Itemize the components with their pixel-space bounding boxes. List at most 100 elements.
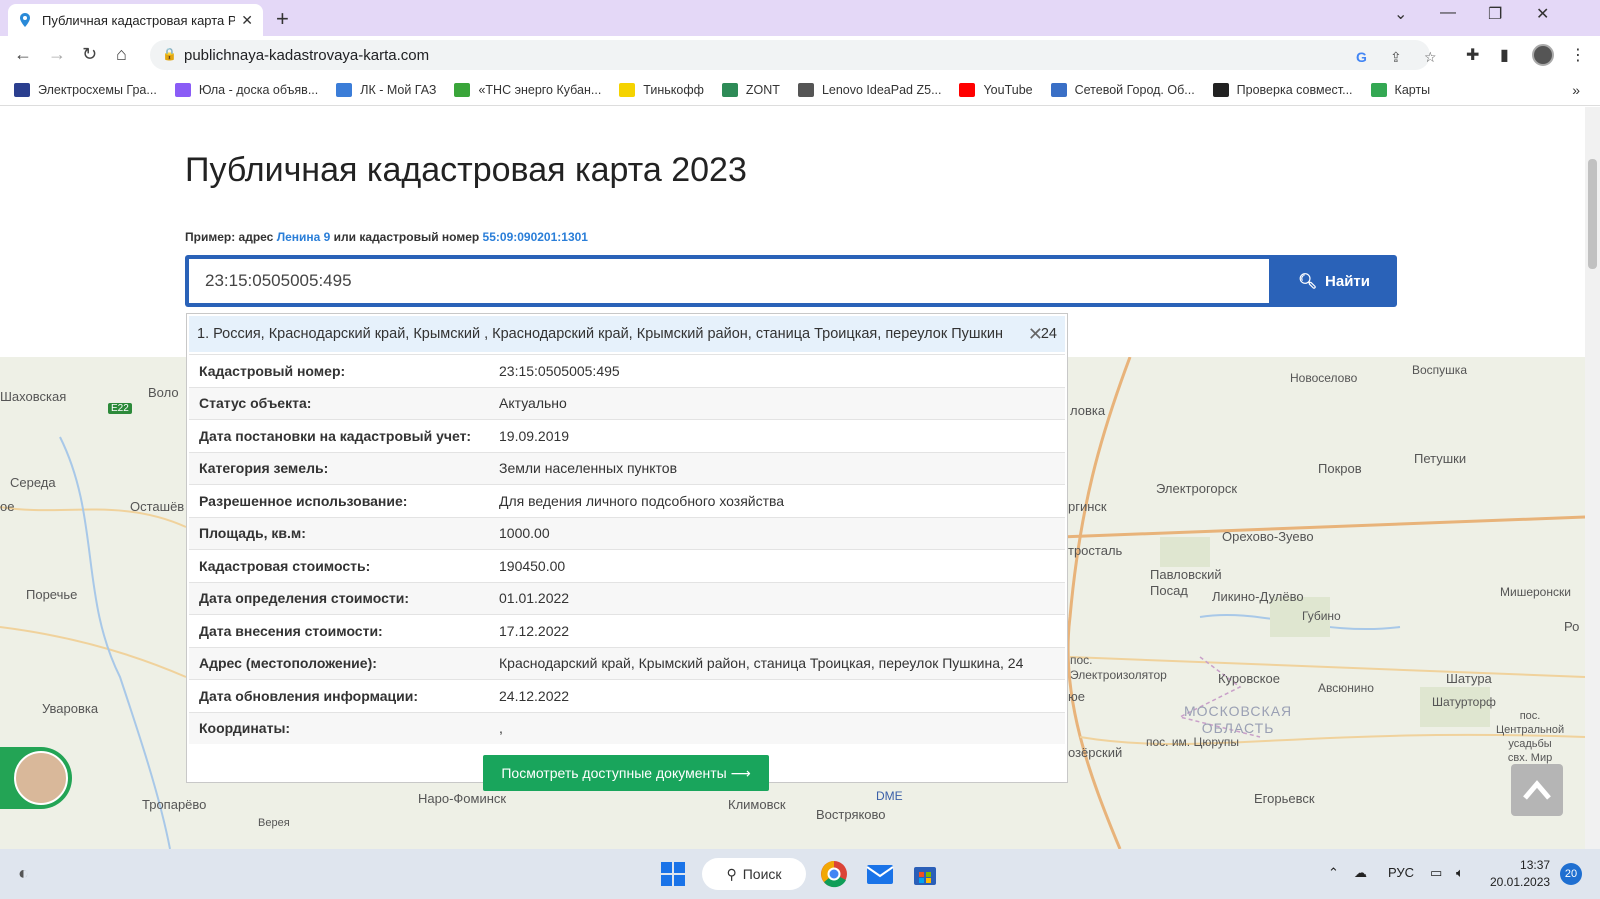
bookmark-item[interactable]: Сетевой Город. Об...	[1050, 82, 1195, 97]
new-tab-button[interactable]: +	[276, 6, 289, 32]
tab-search-chevron-icon[interactable]: ⌄	[1394, 4, 1407, 24]
bookmark-favicon-icon	[797, 82, 814, 97]
example-cadastral-link[interactable]: 55:09:090201:1301	[483, 230, 588, 244]
bookmark-item[interactable]: Электросхемы Гра...	[14, 82, 157, 97]
arrow-up-icon	[1523, 780, 1551, 800]
address-bar[interactable]: 🔒 publichnaya-kadastrovaya-karta.com G ⇪…	[150, 40, 1437, 70]
bookmark-item[interactable]: «ТНС энерго Кубан...	[454, 82, 601, 97]
map-label: Шаховская	[0, 389, 67, 404]
row-label: Дата определения стоимости:	[199, 590, 409, 607]
table-row: Дата постановки на кадастровый учет: 19.0…	[189, 419, 1065, 452]
row-label: Площадь, кв.м:	[199, 525, 306, 542]
profile-avatar-icon[interactable]	[1532, 44, 1554, 66]
bookmark-item[interactable]: Проверка совмест...	[1212, 82, 1353, 97]
close-tab-icon[interactable]: ✕	[241, 12, 253, 29]
weather-icon[interactable]: ◐	[18, 863, 29, 884]
map-pin-icon	[20, 13, 30, 27]
row-label: Статус объекта:	[199, 395, 312, 412]
row-label: Дата обновления информации:	[199, 687, 419, 704]
map-label: Климовск	[728, 797, 786, 812]
onedrive-icon[interactable]: ☁	[1354, 865, 1367, 881]
restore-icon[interactable]: ❐	[1488, 4, 1502, 24]
search-example-hint: Пример: адрес Ленина 9 или кадастровый н…	[185, 230, 588, 244]
share-icon[interactable]: ⇪	[1390, 49, 1402, 66]
page-scrollbar[interactable]	[1585, 107, 1600, 849]
table-row: Статус объекта: Актуально	[189, 386, 1065, 419]
google-icon[interactable]: G	[1356, 49, 1367, 65]
forward-arrow-icon[interactable]: →	[48, 44, 66, 65]
row-value: 24.12.2022	[499, 687, 570, 704]
row-value: Земли населенных пунктов	[499, 460, 678, 477]
row-value: 17.12.2022	[499, 622, 570, 639]
map-label: Наро-Фоминск	[418, 791, 507, 806]
search-icon: ⚲	[726, 865, 737, 882]
cadastral-search-input[interactable]	[189, 259, 1269, 303]
map-label: Электрогорск	[1156, 481, 1238, 496]
input-language[interactable]: РУС	[1388, 865, 1414, 880]
map-label: Тропарёво	[142, 797, 207, 812]
notification-badge[interactable]: 20	[1560, 863, 1582, 885]
example-address-link[interactable]: Ленина 9	[277, 230, 331, 244]
chrome-icon[interactable]	[820, 860, 848, 888]
row-label: Кадастровая стоимость:	[199, 557, 371, 574]
map-label: Новоселово	[1290, 371, 1358, 385]
reload-icon[interactable]: ↻	[82, 44, 97, 65]
bookmark-favicon-icon	[336, 82, 353, 97]
map-label: Поречье	[26, 587, 78, 602]
search-icon: 🔍︎	[1297, 273, 1318, 290]
map-label: Воспушка	[1412, 363, 1467, 377]
row-label: Кадастровый номер:	[199, 362, 346, 379]
bookmark-item[interactable]: Тинькофф	[619, 82, 704, 97]
url-text: publichnaya-kadastrovaya-karta.com	[184, 46, 430, 64]
map-label: пос. Электроизолятор	[1070, 653, 1167, 682]
home-icon[interactable]: ⌂	[116, 44, 127, 65]
windows-start-icon[interactable]	[660, 861, 686, 887]
tray-chevron-icon[interactable]: ⌃	[1328, 865, 1339, 881]
bookmark-item[interactable]: YouTube	[959, 82, 1033, 97]
table-row: Категория земель: Земли населенных пункто…	[189, 451, 1065, 484]
bookmark-item[interactable]: Lenovo IdeaPad Z5...	[797, 82, 941, 97]
bookmark-favicon-icon	[1370, 82, 1387, 97]
view-documents-button[interactable]: Посмотреть доступные документы ⟶	[483, 755, 769, 791]
side-panel-icon[interactable]: ▮	[1500, 45, 1509, 65]
scroll-to-top-button[interactable]	[1511, 764, 1563, 816]
scrollbar-thumb[interactable]	[1588, 159, 1597, 269]
network-icon[interactable]: ▭	[1430, 865, 1442, 881]
result-header[interactable]: 1. Россия, Краснодарский край, Крымский …	[189, 316, 1065, 352]
system-clock[interactable]: 13:37 20.01.2023	[1490, 857, 1550, 891]
map-label: Ликино-Дулёво	[1212, 589, 1304, 604]
bookmark-favicon-icon	[14, 82, 30, 97]
find-button[interactable]: 🔍︎ Найти	[1271, 255, 1397, 307]
bookmark-favicon-icon	[1050, 82, 1067, 97]
extensions-puzzle-icon[interactable]: ✚	[1466, 45, 1479, 65]
back-arrow-icon[interactable]: ←	[14, 44, 32, 65]
volume-icon[interactable]: 🔈︎	[1456, 865, 1464, 881]
map-label: ловка	[1070, 403, 1106, 418]
tab-strip: Публичная кадастровая карта Р ✕ + ⌄ — ❐ …	[0, 0, 1600, 36]
bookmark-item[interactable]: Юла - доска объяв...	[174, 82, 318, 97]
map-label: Егорьевск	[1254, 791, 1315, 806]
mail-icon[interactable]	[866, 862, 894, 886]
taskbar-search[interactable]: ⚲ Поиск	[702, 858, 806, 890]
close-window-icon[interactable]: ✕	[1536, 4, 1549, 24]
map-label: DME	[876, 789, 903, 803]
map-label: Шатурторф	[1432, 695, 1496, 709]
row-value: Краснодарский край, Крымский район, стан…	[499, 655, 1024, 672]
menu-kebab-icon[interactable]: ⋮	[1570, 45, 1586, 65]
bookmark-item[interactable]: Карты	[1370, 82, 1430, 97]
table-row: Координаты:,	[189, 711, 1065, 744]
bookmark-item[interactable]: ZONT	[721, 82, 780, 97]
bookmarks-more-chevron[interactable]: »	[1572, 82, 1580, 98]
table-row: Кадастровый номер: 23:15:0505005:495	[189, 354, 1065, 387]
row-label: Категория земель:	[199, 460, 329, 477]
bookmark-favicon-icon	[1212, 82, 1229, 97]
minimize-icon[interactable]: —	[1440, 4, 1456, 22]
tab-title: Публичная кадастровая карта Р	[42, 12, 236, 28]
store-icon[interactable]	[912, 861, 938, 887]
browser-tab[interactable]: Публичная кадастровая карта Р ✕	[8, 4, 263, 36]
map-label: тросталь	[1068, 543, 1123, 558]
chat-widget[interactable]	[0, 747, 72, 809]
bookmark-item[interactable]: ЛК - Мой ГАЗ	[336, 82, 436, 97]
bookmark-star-icon[interactable]: ☆	[1424, 49, 1437, 66]
map-label: пос. Центральной усадьбы свх. Мир	[1496, 710, 1565, 764]
